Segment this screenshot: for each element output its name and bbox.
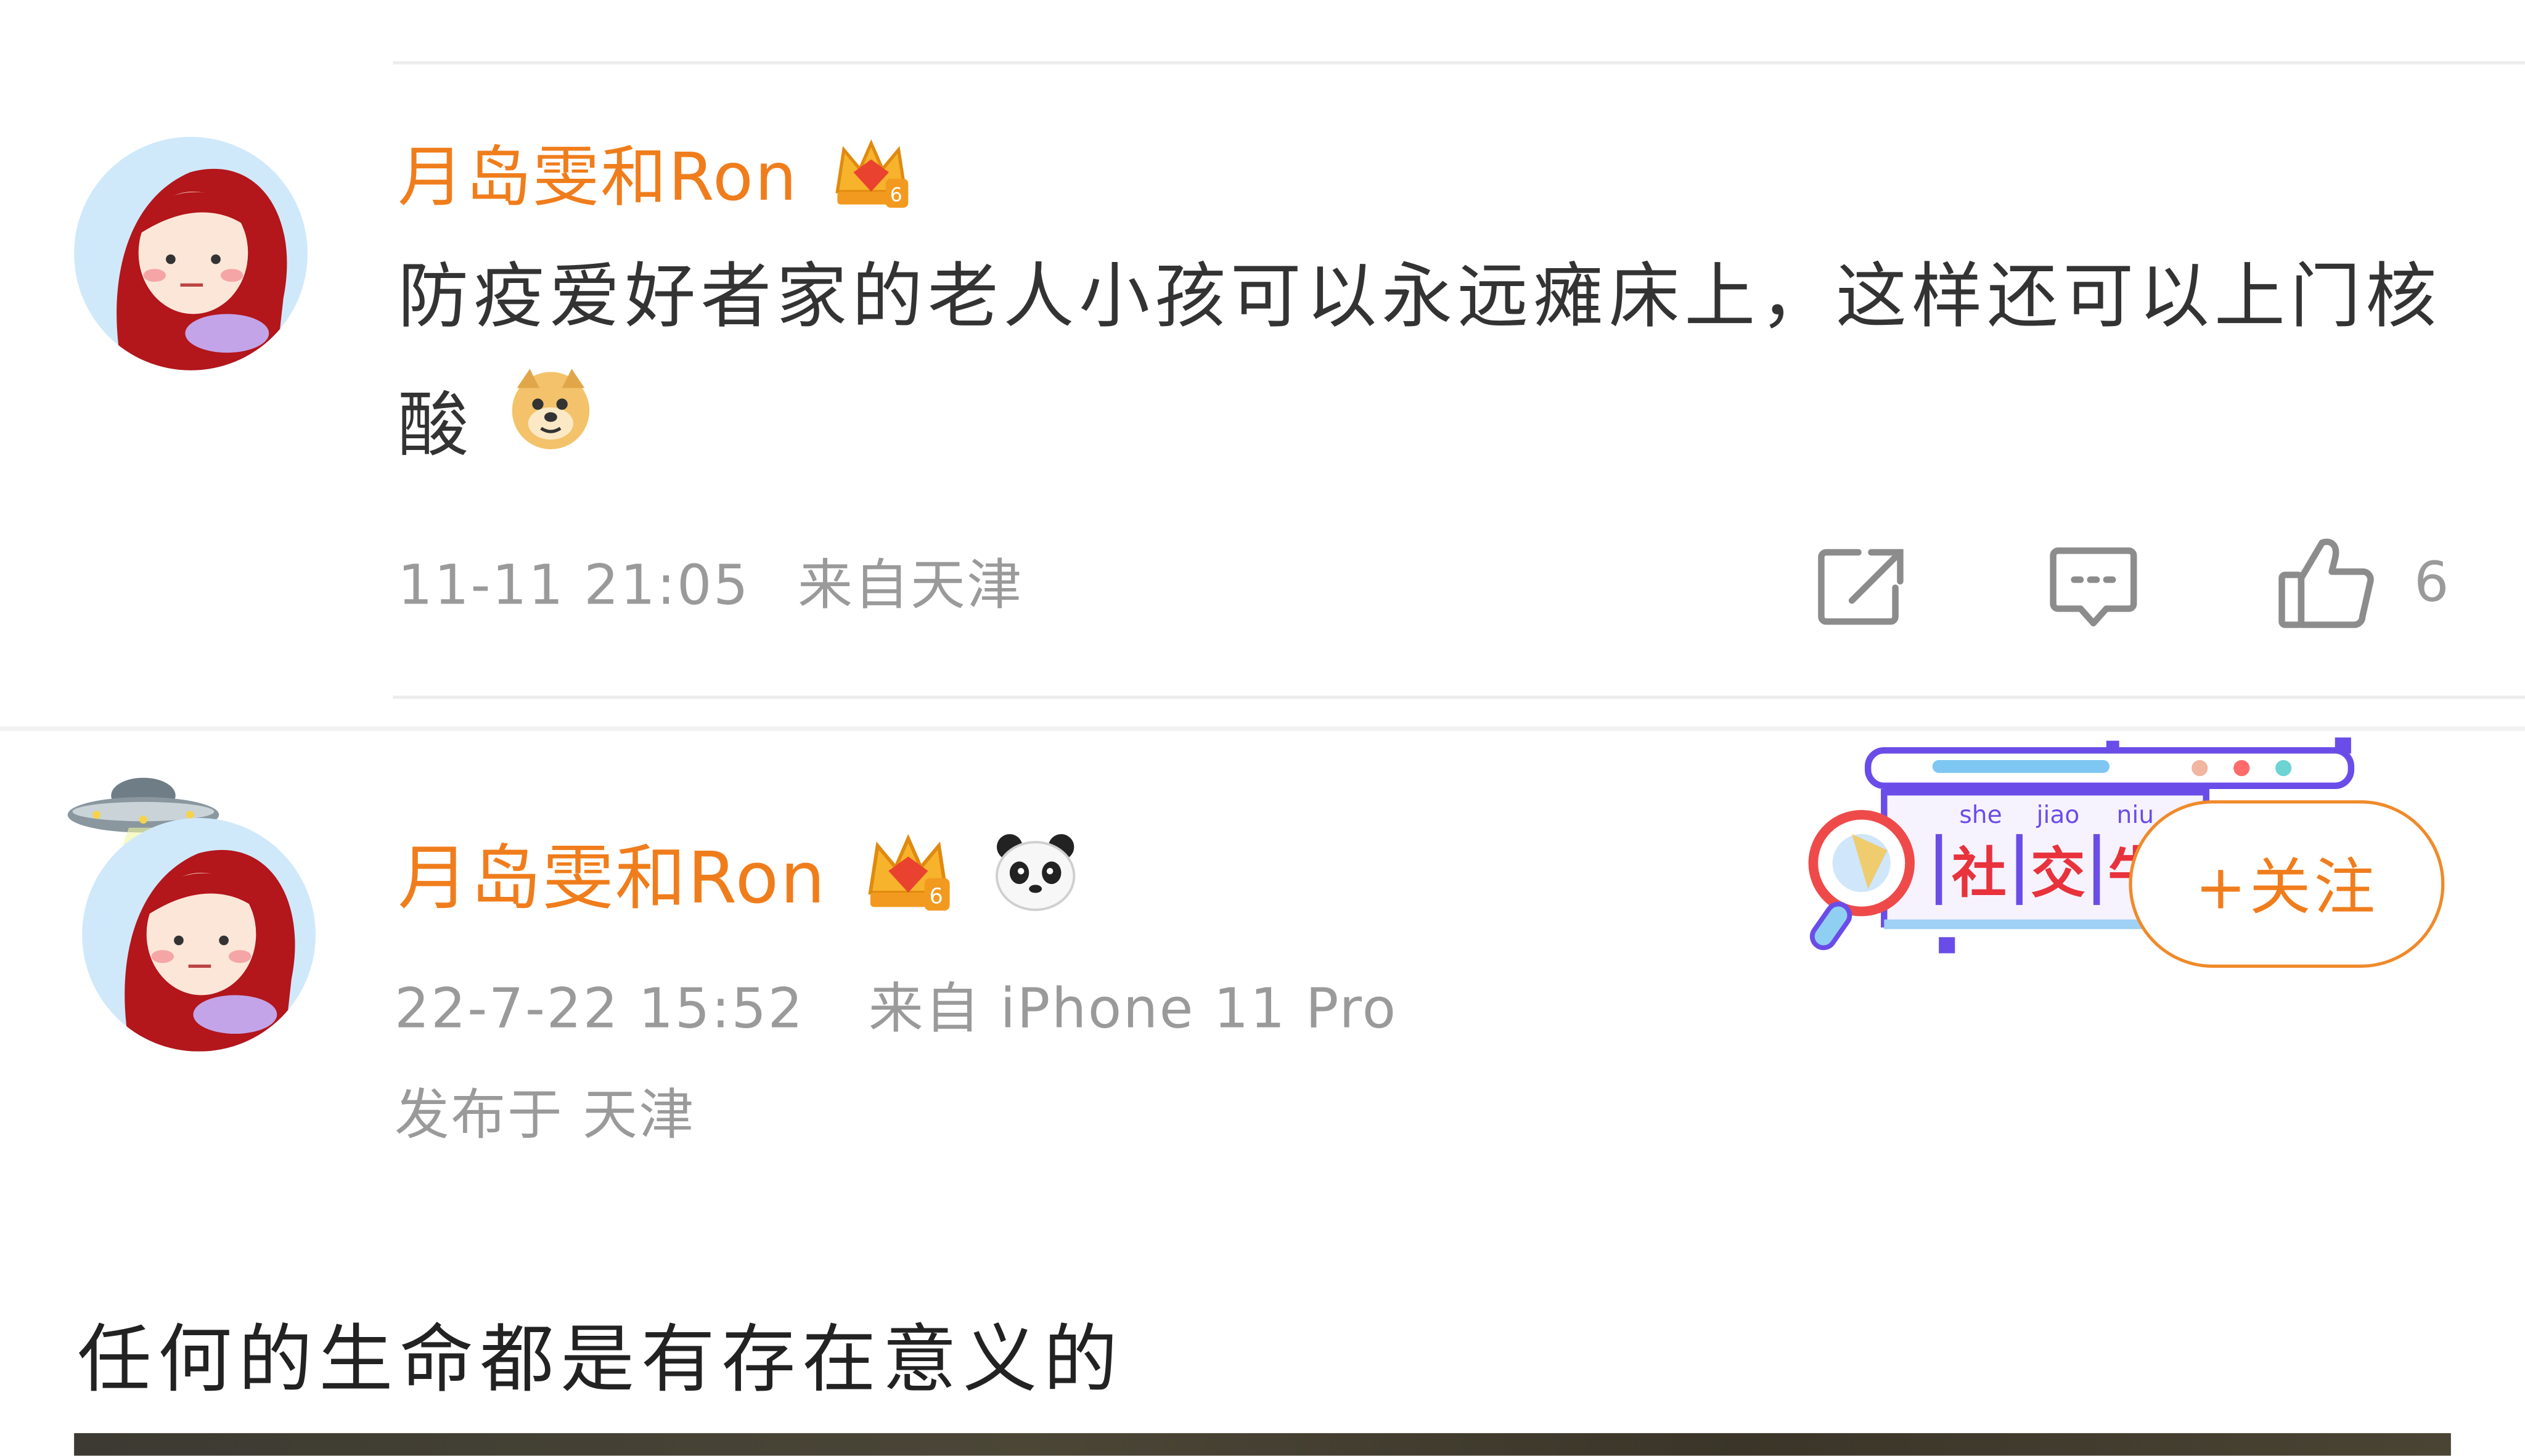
banner-char-jiao: 交: [2031, 841, 2085, 905]
comment-username[interactable]: 月岛雯和Ron 6: [398, 137, 911, 227]
published-location: 发布于 天津: [395, 1084, 695, 1148]
comment-timestamp: 11-11 21:05: [398, 554, 750, 619]
comment-location: 来自天津: [798, 554, 1023, 619]
top-divider: [393, 61, 2525, 65]
post-image[interactable]: [74, 1433, 2451, 1456]
svg-text:6: 6: [890, 184, 904, 207]
reply-button[interactable]: [2048, 546, 2138, 636]
banner-pinyin-she: she: [1959, 801, 2002, 829]
share-icon: [1818, 549, 1904, 625]
avatar[interactable]: [74, 137, 308, 370]
comment-text: 防疫爱好者家的老人小孩可以永远瘫床上，这样还可以上门核酸: [398, 234, 2475, 494]
follow-button[interactable]: +关注: [2129, 800, 2445, 968]
weibo-comment-page: 月岛雯和Ron 6 防疫爱好者家的老人小孩可以永远瘫床上，这样还可以上门核酸 1…: [0, 0, 2525, 1456]
comment-body: 防疫爱好者家的老人小孩可以永远瘫床上，这样还可以上门核酸: [398, 256, 2442, 467]
banner-pinyin-niu: niu: [2117, 801, 2155, 829]
comment-bottom-divider: [393, 695, 2525, 699]
svg-text:6: 6: [930, 884, 946, 909]
post-username[interactable]: 月岛雯和Ron 6: [398, 831, 1081, 936]
post-device: 来自 iPhone 11 Pro: [868, 977, 1398, 1042]
thumbs-up-icon: [2278, 538, 2374, 628]
section-divider: [0, 726, 2525, 731]
post-location: 发布于 天津: [395, 1084, 695, 1148]
follow-label: +关注: [2195, 851, 2379, 923]
crown-badge-icon: 6: [864, 831, 954, 936]
username-text: 月岛雯和Ron: [398, 138, 798, 216]
repost-button[interactable]: [1817, 546, 1907, 633]
panda-emoji-icon: [991, 831, 1081, 936]
like-count: 6: [2414, 550, 2449, 615]
username-text: 月岛雯和Ron: [398, 838, 827, 920]
like-button[interactable]: 6: [2277, 536, 2449, 630]
post-body: 任何的生命都是有存在意义的: [77, 1315, 1124, 1403]
post-timestamp: 22-7-22 15:52: [395, 977, 804, 1042]
comment-meta: 11-11 21:05 来自天津: [398, 554, 1023, 618]
avatar[interactable]: [82, 818, 316, 1052]
comment-icon: [2050, 547, 2137, 627]
post-meta: 22-7-22 15:52 来自 iPhone 11 Pro: [395, 978, 1398, 1042]
crown-badge-icon: 6: [830, 137, 911, 227]
banner-pinyin-jiao: jiao: [2036, 801, 2080, 829]
post-text: 任何的生命都是有存在意义的: [77, 1307, 1124, 1410]
banner-char-she: 社: [1952, 841, 2007, 905]
doge-emoji-icon: [507, 366, 594, 494]
